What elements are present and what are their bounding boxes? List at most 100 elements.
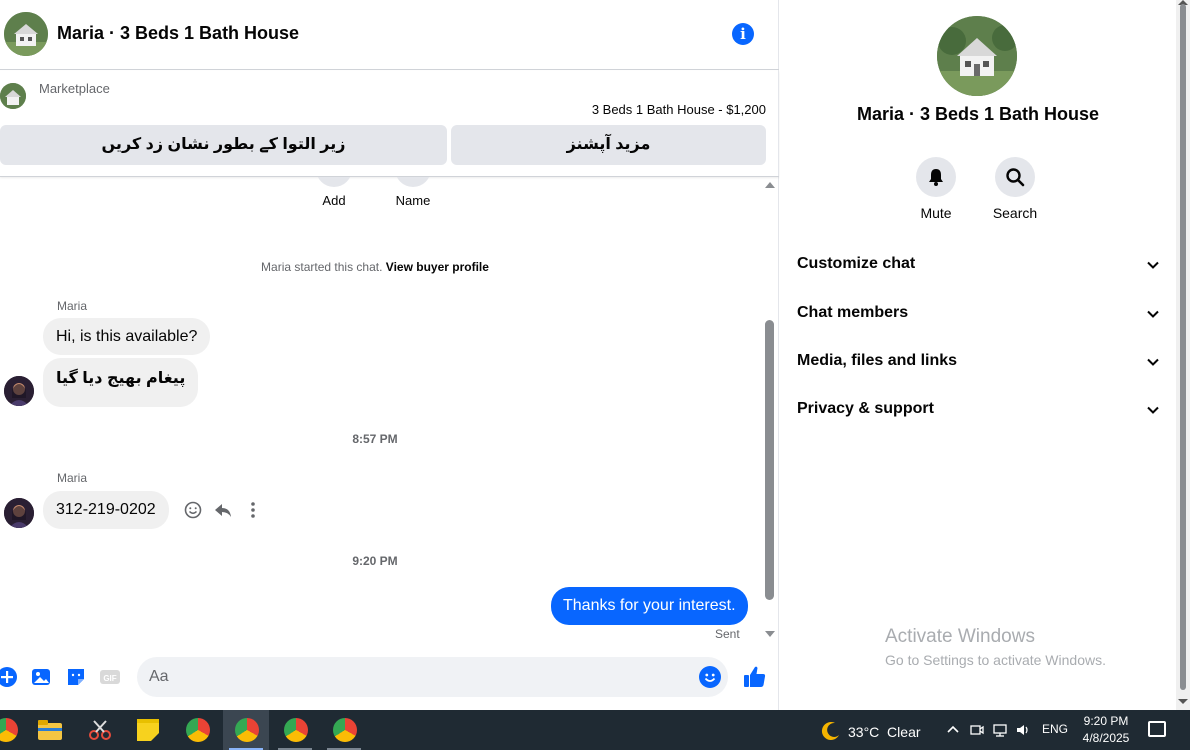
svg-text:GIF: GIF bbox=[103, 674, 116, 683]
chrome-icon bbox=[0, 718, 18, 742]
more-icon[interactable] bbox=[242, 499, 264, 521]
scroll-thumb[interactable] bbox=[1180, 4, 1186, 690]
name-action[interactable]: Name bbox=[395, 177, 431, 208]
language-indicator[interactable]: ENG bbox=[1042, 722, 1068, 736]
network-icon[interactable] bbox=[992, 722, 1008, 738]
scroll-down-arrow[interactable] bbox=[765, 631, 775, 637]
reply-icon[interactable] bbox=[212, 499, 234, 521]
timestamp: 8:57 PM bbox=[352, 432, 398, 446]
scroll-down-arrow[interactable] bbox=[1178, 699, 1188, 704]
chevron-down-icon bbox=[1147, 310, 1159, 318]
meet-icon[interactable] bbox=[969, 722, 985, 738]
windows-taskbar: 33°C Clear ENG 9:20 PM 4/8/2025 bbox=[0, 710, 1190, 750]
photo-icon[interactable] bbox=[30, 666, 52, 688]
system-clock[interactable]: 9:20 PM 4/8/2025 bbox=[1080, 713, 1132, 747]
scroll-up-arrow[interactable] bbox=[765, 182, 775, 188]
scissors-icon bbox=[89, 720, 111, 740]
message-bubble[interactable]: Hi, is this available? bbox=[43, 318, 211, 355]
info-icon[interactable]: i bbox=[732, 23, 754, 45]
search-icon bbox=[995, 157, 1035, 197]
section-label: Media, files and links bbox=[797, 352, 958, 369]
composer: GIF bbox=[0, 650, 779, 705]
sent-status: Sent bbox=[715, 627, 740, 641]
like-icon[interactable] bbox=[742, 664, 768, 690]
message-bubble[interactable]: 312-219-0202 bbox=[43, 491, 169, 529]
add-action[interactable]: Add bbox=[316, 177, 352, 208]
section-chat-members[interactable]: Chat members bbox=[797, 298, 1159, 328]
chat-title[interactable]: Maria · 3 Beds 1 Bath House bbox=[57, 23, 299, 44]
marketplace-listing-bar: Marketplace 3 Beds 1 Bath House - $1,200… bbox=[0, 71, 779, 177]
taskbar-file-explorer[interactable] bbox=[26, 710, 72, 750]
chevron-down-icon bbox=[1147, 261, 1159, 269]
weather-widget[interactable]: 33°C Clear bbox=[820, 720, 921, 742]
section-media-files-links[interactable]: Media, files and links bbox=[797, 346, 1159, 376]
taskbar-chrome-icon[interactable] bbox=[0, 710, 28, 750]
taskbar-chrome-window[interactable] bbox=[174, 710, 220, 750]
notification-icon[interactable] bbox=[1148, 721, 1166, 737]
chat-header: Maria · 3 Beds 1 Bath House i bbox=[0, 0, 779, 70]
taskbar-sticky-notes[interactable] bbox=[125, 710, 171, 750]
message-input[interactable] bbox=[137, 657, 728, 697]
clock-time: 9:20 PM bbox=[1083, 714, 1129, 728]
sender-name: Maria bbox=[57, 299, 88, 313]
messenger-window: Maria · 3 Beds 1 Bath House i Marketplac… bbox=[0, 0, 1190, 710]
listing-thumbnail[interactable] bbox=[0, 83, 26, 109]
name-label: Name bbox=[395, 193, 431, 208]
search-button[interactable]: Search bbox=[985, 157, 1045, 221]
section-label: Chat members bbox=[797, 304, 909, 321]
mark-as-pending-button[interactable]: زیر التوا کے بطور نشان زد کریں bbox=[0, 125, 447, 165]
activate-windows-watermark: Activate Windows Go to Settings to activ… bbox=[885, 626, 1106, 668]
chevron-down-icon bbox=[1147, 406, 1159, 414]
search-label: Search bbox=[992, 205, 1038, 221]
taskbar-chrome-profile-active[interactable] bbox=[223, 710, 269, 750]
add-label: Add bbox=[322, 193, 346, 208]
watermark-subtitle: Go to Settings to activate Windows. bbox=[885, 652, 1106, 668]
section-label: Customize chat bbox=[797, 255, 916, 272]
listing-source: Marketplace bbox=[39, 81, 110, 96]
plus-icon[interactable] bbox=[0, 666, 18, 688]
more-options-button[interactable]: مزید آپشنز bbox=[451, 125, 766, 165]
view-buyer-profile-link[interactable]: View buyer profile bbox=[386, 260, 489, 274]
folder-icon bbox=[38, 720, 62, 740]
timestamp: 9:20 PM bbox=[352, 554, 398, 568]
message-bubble-outgoing[interactable]: Thanks for your interest. bbox=[551, 587, 748, 625]
bell-icon bbox=[916, 157, 956, 197]
sticky-note-icon bbox=[137, 719, 159, 741]
section-label: Privacy & support bbox=[797, 400, 934, 417]
moon-icon bbox=[821, 722, 839, 741]
taskbar-chrome-profile[interactable] bbox=[321, 710, 367, 750]
conversation-info-pane: Maria · 3 Beds 1 Bath House Mute Search … bbox=[780, 0, 1176, 710]
chat-started-text: Maria started this chat. bbox=[261, 260, 383, 274]
react-icon[interactable] bbox=[182, 499, 204, 521]
chat-started-notice: Maria started this chat. View buyer prof… bbox=[0, 260, 750, 274]
chrome-icon bbox=[333, 718, 357, 742]
weather-text: 33°C Clear bbox=[848, 724, 921, 740]
profile-avatar[interactable] bbox=[937, 16, 1017, 96]
mute-button[interactable]: Mute bbox=[906, 157, 966, 221]
name-icon bbox=[395, 177, 431, 187]
chevron-down-icon bbox=[1147, 358, 1159, 366]
gif-icon[interactable]: GIF bbox=[99, 666, 121, 688]
sticker-icon[interactable] bbox=[65, 666, 87, 688]
taskbar-snipping-tool[interactable] bbox=[76, 710, 122, 750]
add-icon bbox=[316, 177, 352, 187]
page-scrollbar[interactable] bbox=[1176, 0, 1190, 710]
avatar[interactable] bbox=[4, 498, 34, 528]
taskbar-chrome-profile[interactable] bbox=[272, 710, 318, 750]
watermark-title: Activate Windows bbox=[885, 626, 1035, 647]
emoji-icon[interactable] bbox=[699, 666, 721, 688]
chrome-icon bbox=[284, 718, 308, 742]
scroll-thumb[interactable] bbox=[765, 320, 774, 600]
section-privacy-support[interactable]: Privacy & support bbox=[797, 394, 1159, 424]
avatar[interactable] bbox=[4, 376, 34, 406]
mute-label: Mute bbox=[920, 205, 952, 221]
chevron-up-icon[interactable] bbox=[945, 722, 961, 738]
message-bubble[interactable]: پیغام بھیج دیا گیا bbox=[43, 358, 199, 407]
volume-icon[interactable] bbox=[1015, 722, 1031, 738]
section-customize-chat[interactable]: Customize chat bbox=[797, 249, 1159, 279]
clock-date: 4/8/2025 bbox=[1082, 731, 1130, 745]
message-list: Add Name Maria started this chat. View b… bbox=[0, 177, 762, 642]
listing-avatar[interactable] bbox=[4, 12, 48, 56]
listing-info[interactable]: 3 Beds 1 Bath House - $1,200 bbox=[592, 102, 766, 117]
message-scrollbar[interactable] bbox=[763, 177, 777, 642]
